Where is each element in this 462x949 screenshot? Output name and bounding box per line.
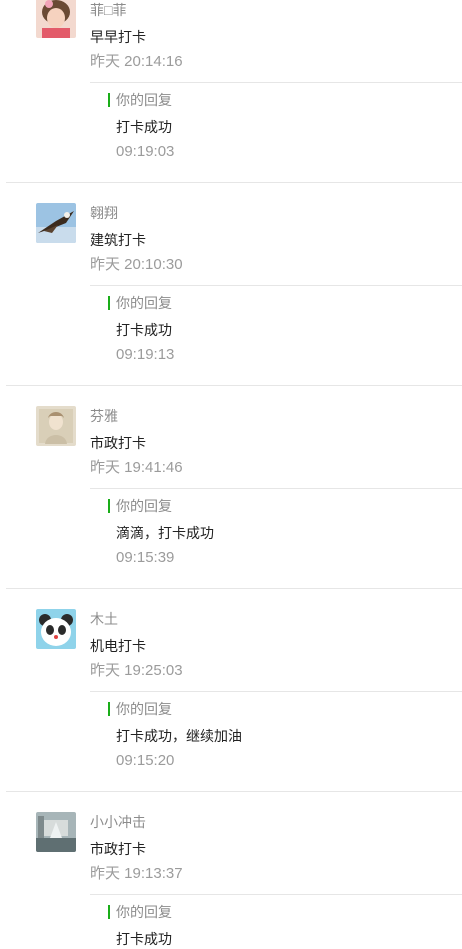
item-divider [6,588,462,589]
reply-accent-bar [108,93,110,107]
comment-time: 昨天 19:13:37 [90,865,183,882]
item-divider [6,791,462,792]
reply-accent-bar [108,499,110,513]
reply-time: 09:19:13 [116,346,175,363]
reply-time: 09:15:20 [116,752,175,769]
reply-time: 09:19:03 [116,143,175,160]
reply-label: 你的回复 [116,904,172,920]
reply-accent-bar [108,296,110,310]
user-avatar[interactable] [36,203,76,243]
user-avatar[interactable] [36,0,76,38]
reply-accent-bar [108,702,110,716]
eagle-avatar-icon [36,203,76,243]
reply-text: 打卡成功 [116,931,172,947]
reply-divider [90,691,462,692]
reply-text: 打卡成功 [116,119,172,135]
commenter-name: 芬雅 [90,408,118,424]
fountain-avatar-icon [36,812,76,852]
reply-divider [90,488,462,489]
comment-text: 市政打卡 [90,841,146,857]
comment-list: 菲□菲 早早打卡 昨天 20:14:16 你的回复 打卡成功 09:19:03 … [0,0,462,949]
user-avatar[interactable] [36,609,76,649]
reply-accent-bar [108,905,110,919]
reply-label: 你的回复 [116,498,172,514]
reply-divider [90,285,462,286]
commenter-name: 菲□菲 [90,2,127,18]
reply-label: 你的回复 [116,92,172,108]
girl-portrait-avatar-icon [36,0,76,38]
reply-text: 滴滴，打卡成功 [116,525,214,541]
comment-time: 昨天 19:41:46 [90,459,183,476]
reply-divider [90,894,462,895]
reply-time: 09:15:39 [116,549,175,566]
portrait-painting-avatar-icon [36,406,76,446]
user-avatar[interactable] [36,406,76,446]
comment-text: 建筑打卡 [90,232,146,248]
comment-time: 昨天 20:14:16 [90,53,183,70]
comment-time: 昨天 19:25:03 [90,662,183,679]
comment-time: 昨天 20:10:30 [90,256,183,273]
reply-label: 你的回复 [116,295,172,311]
reply-label: 你的回复 [116,701,172,717]
reply-divider [90,82,462,83]
comment-text: 市政打卡 [90,435,146,451]
reply-text: 打卡成功 [116,322,172,338]
item-divider [6,182,462,183]
item-divider [6,385,462,386]
user-avatar[interactable] [36,812,76,852]
commenter-name: 木土 [90,611,118,627]
panda-avatar-icon [36,609,76,649]
commenter-name: 翱翔 [90,205,118,221]
reply-text: 打卡成功，继续加油 [116,728,242,744]
commenter-name: 小小冲击 [90,814,146,830]
comment-text: 机电打卡 [90,638,146,654]
comment-text: 早早打卡 [90,29,146,45]
